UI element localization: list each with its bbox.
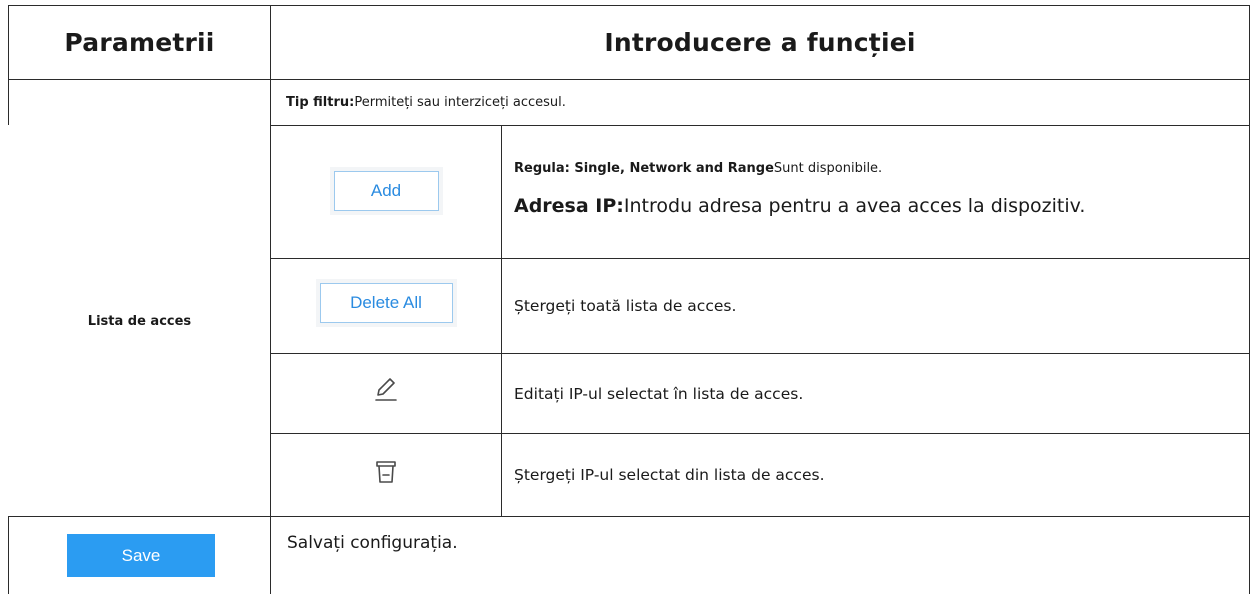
header-function-intro: Introducere a funcției <box>604 28 916 57</box>
filter-type-description: Tip filtru: Permiteți sau interziceți acc… <box>286 80 1236 125</box>
rule-label: Regula: Single, Network and Range <box>514 161 774 176</box>
header-parameters: Parametrii <box>64 28 215 57</box>
access-list-label: Lista de acces <box>87 313 192 329</box>
table-left-border-lower <box>8 516 9 594</box>
add-button[interactable]: Add <box>333 171 439 211</box>
delete-all-button[interactable]: Delete All <box>319 283 453 323</box>
filter-type-text: Permiteți sau interziceți accesul. <box>354 95 566 110</box>
rule-description: Regula: Single, Network and RangeSunt di… <box>514 161 882 176</box>
delete-all-button-cell: Delete All <box>271 259 501 353</box>
pencil-icon[interactable] <box>373 375 399 403</box>
rule-text: Sunt disponibile. <box>773 161 883 176</box>
add-button-cell: Add <box>271 126 501 258</box>
save-button[interactable]: Save <box>67 534 215 577</box>
ip-label: Adresa IP: <box>514 195 624 217</box>
delete-all-description: Ștergeți toată lista de acces. <box>514 297 737 315</box>
add-row-description: Regula: Single, Network and RangeSunt di… <box>502 126 1249 258</box>
access-list-bottom-border <box>8 516 1250 517</box>
delete-description: Ștergeți IP-ul selectat din lista de acc… <box>514 466 825 484</box>
save-description: Salvați configurația. <box>287 533 458 553</box>
ip-text: Introdu adresa pentru a avea acces la di… <box>623 195 1086 217</box>
trash-icon[interactable] <box>375 459 397 485</box>
ip-description: Adresa IP:Introdu adresa pentru a avea a… <box>514 195 1085 217</box>
edit-description: Editați IP-ul selectat în lista de acces… <box>514 384 804 403</box>
filter-type-label: Tip filtru: <box>286 95 355 110</box>
